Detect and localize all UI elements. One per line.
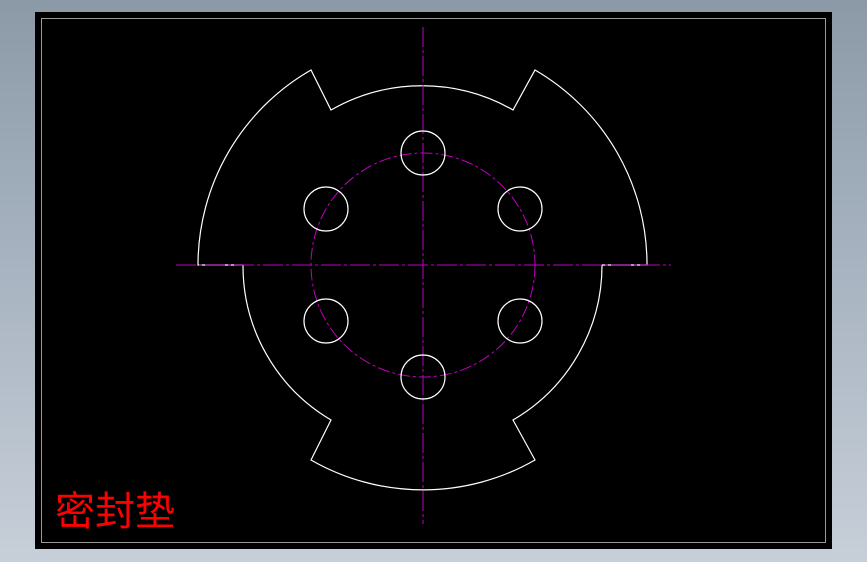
bolt-hole-lower-left (303, 298, 349, 344)
bolt-hole-upper-right (497, 186, 543, 232)
drawing-title: 密封垫 (55, 489, 175, 535)
gasket-drawing (176, 27, 671, 524)
drawing-canvas: 密封垫 (35, 12, 832, 549)
